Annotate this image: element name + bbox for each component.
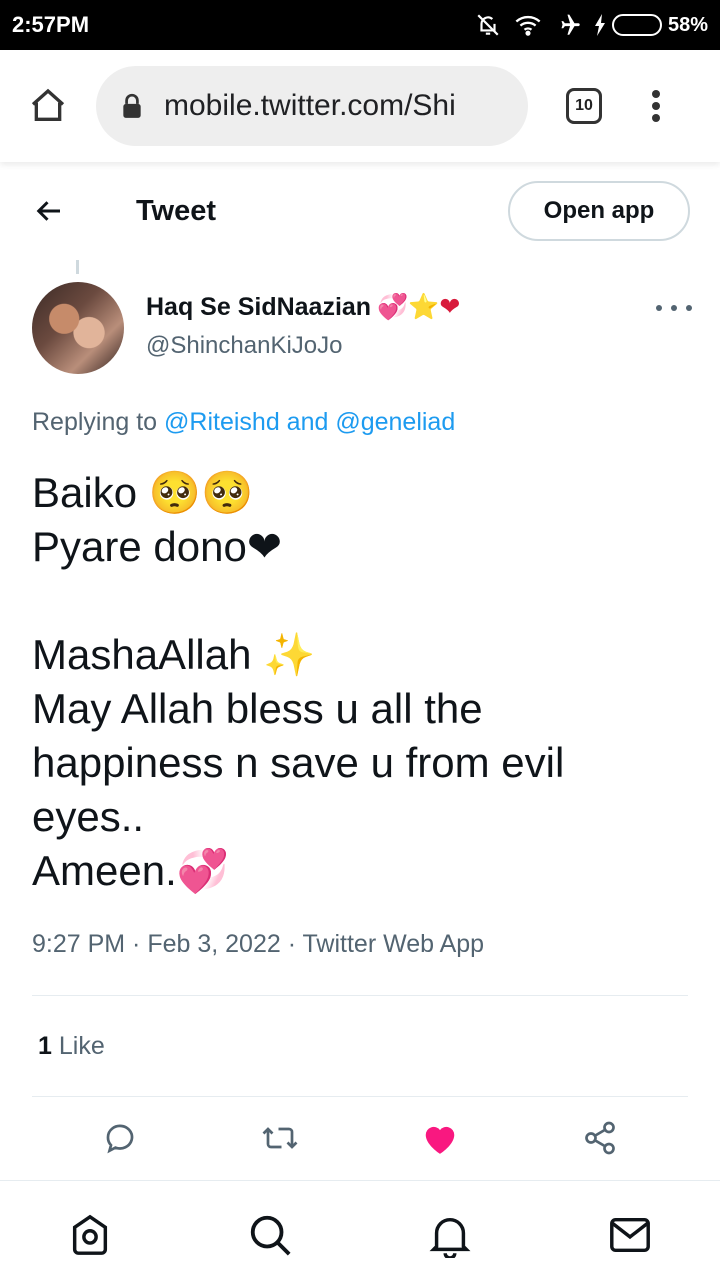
menu-dot: [652, 90, 660, 98]
avatar[interactable]: [32, 282, 124, 374]
tab-switcher-button[interactable]: 10: [566, 88, 602, 124]
divider: [32, 1096, 688, 1097]
tweet-line: May Allah bless u all the: [32, 685, 483, 732]
status-icons: 58%: [474, 11, 708, 39]
lock-icon: [118, 92, 146, 120]
like-icon: [425, 1126, 455, 1154]
notifications-off-icon: [474, 11, 502, 39]
tweet-line: MashaAllah ✨: [32, 631, 316, 678]
wifi-icon: [514, 11, 542, 39]
display-name-text: Haq Se SidNaazian: [146, 292, 372, 321]
tweet-line: happiness n save u from evil: [32, 739, 565, 786]
replying-to: Replying to @Riteishd and @geneliad: [32, 408, 455, 437]
tweet-line: Pyare dono❤: [32, 523, 283, 570]
tweet-author: Haq Se SidNaazian 💞⭐❤ @ShinchanKiJoJo: [32, 282, 692, 378]
status-time: 2:57PM: [12, 12, 90, 37]
nav-home[interactable]: [66, 1211, 114, 1259]
messages-icon: [610, 1217, 650, 1253]
tweet-line: eyes..: [32, 793, 145, 840]
battery-icon: 58%: [594, 14, 708, 37]
display-name-emojis: 💞⭐❤: [377, 292, 461, 321]
replying-mentions[interactable]: @Riteishd and @geneliad: [164, 408, 455, 436]
nav-notifications[interactable]: [426, 1211, 474, 1259]
likes-label: Like: [58, 1032, 105, 1060]
tweet-text: Baiko 🥺🥺 Pyare dono❤ MashaAllah ✨ May Allah…: [32, 466, 692, 898]
browser-home-button[interactable]: [20, 78, 76, 134]
tweet-line: Ameen.💞: [32, 847, 230, 894]
share-icon: [585, 1121, 615, 1155]
open-app-button[interactable]: Open app: [508, 181, 690, 241]
more-options-button[interactable]: [656, 298, 692, 318]
reply-icon: [106, 1124, 134, 1154]
url-text: mobile.twitter.com/Shi: [164, 89, 456, 122]
airplane-icon: [554, 11, 582, 39]
tweet-header: Tweet Open app: [0, 178, 720, 244]
display-name[interactable]: Haq Se SidNaazian 💞⭐❤: [146, 292, 460, 322]
more-dot: [656, 305, 662, 311]
page-title: Tweet: [136, 194, 217, 227]
nav-messages[interactable]: [606, 1211, 654, 1259]
battery-percent: 58%: [667, 13, 708, 36]
browser-menu-button[interactable]: [644, 86, 668, 126]
home-icon: [72, 1214, 108, 1255]
bottom-navigation: [0, 1180, 720, 1280]
tweet-line: Baiko 🥺🥺: [32, 469, 254, 516]
battery-gauge: [611, 14, 662, 36]
likes-count: 1: [38, 1032, 52, 1060]
author-handle[interactable]: @ShinchanKiJoJo: [146, 332, 460, 360]
search-icon: [250, 1215, 291, 1256]
thread-connector: [76, 260, 79, 274]
notifications-icon: [429, 1217, 471, 1258]
back-button[interactable]: [30, 191, 70, 231]
nav-search[interactable]: [246, 1211, 294, 1259]
address-bar[interactable]: mobile.twitter.com/Shi: [96, 66, 528, 146]
status-bar: 2:57PM 58%: [0, 0, 720, 50]
author-info: Haq Se SidNaazian 💞⭐❤ @ShinchanKiJoJo: [146, 282, 460, 378]
home-outline-icon: [31, 88, 65, 121]
share-button[interactable]: [578, 1116, 622, 1160]
menu-dot: [652, 102, 660, 110]
divider: [32, 995, 688, 996]
like-button[interactable]: [418, 1116, 462, 1160]
menu-dot: [652, 114, 660, 122]
more-dot: [671, 305, 677, 311]
more-dot: [686, 305, 692, 311]
retweet-button[interactable]: [258, 1116, 302, 1160]
reply-button[interactable]: [98, 1116, 142, 1160]
replying-prefix: Replying to: [32, 408, 158, 436]
browser-toolbar: mobile.twitter.com/Shi 10: [0, 50, 720, 162]
tweet-timestamp[interactable]: 9:27 PM · Feb 3, 2022 · Twitter Web App: [32, 930, 484, 959]
retweet-icon: [262, 1127, 298, 1149]
arrow-left-icon: [36, 201, 60, 221]
charging-icon: [594, 14, 605, 36]
likes-summary[interactable]: 1 Like: [38, 1032, 105, 1061]
tweet-actions: [0, 1116, 720, 1166]
